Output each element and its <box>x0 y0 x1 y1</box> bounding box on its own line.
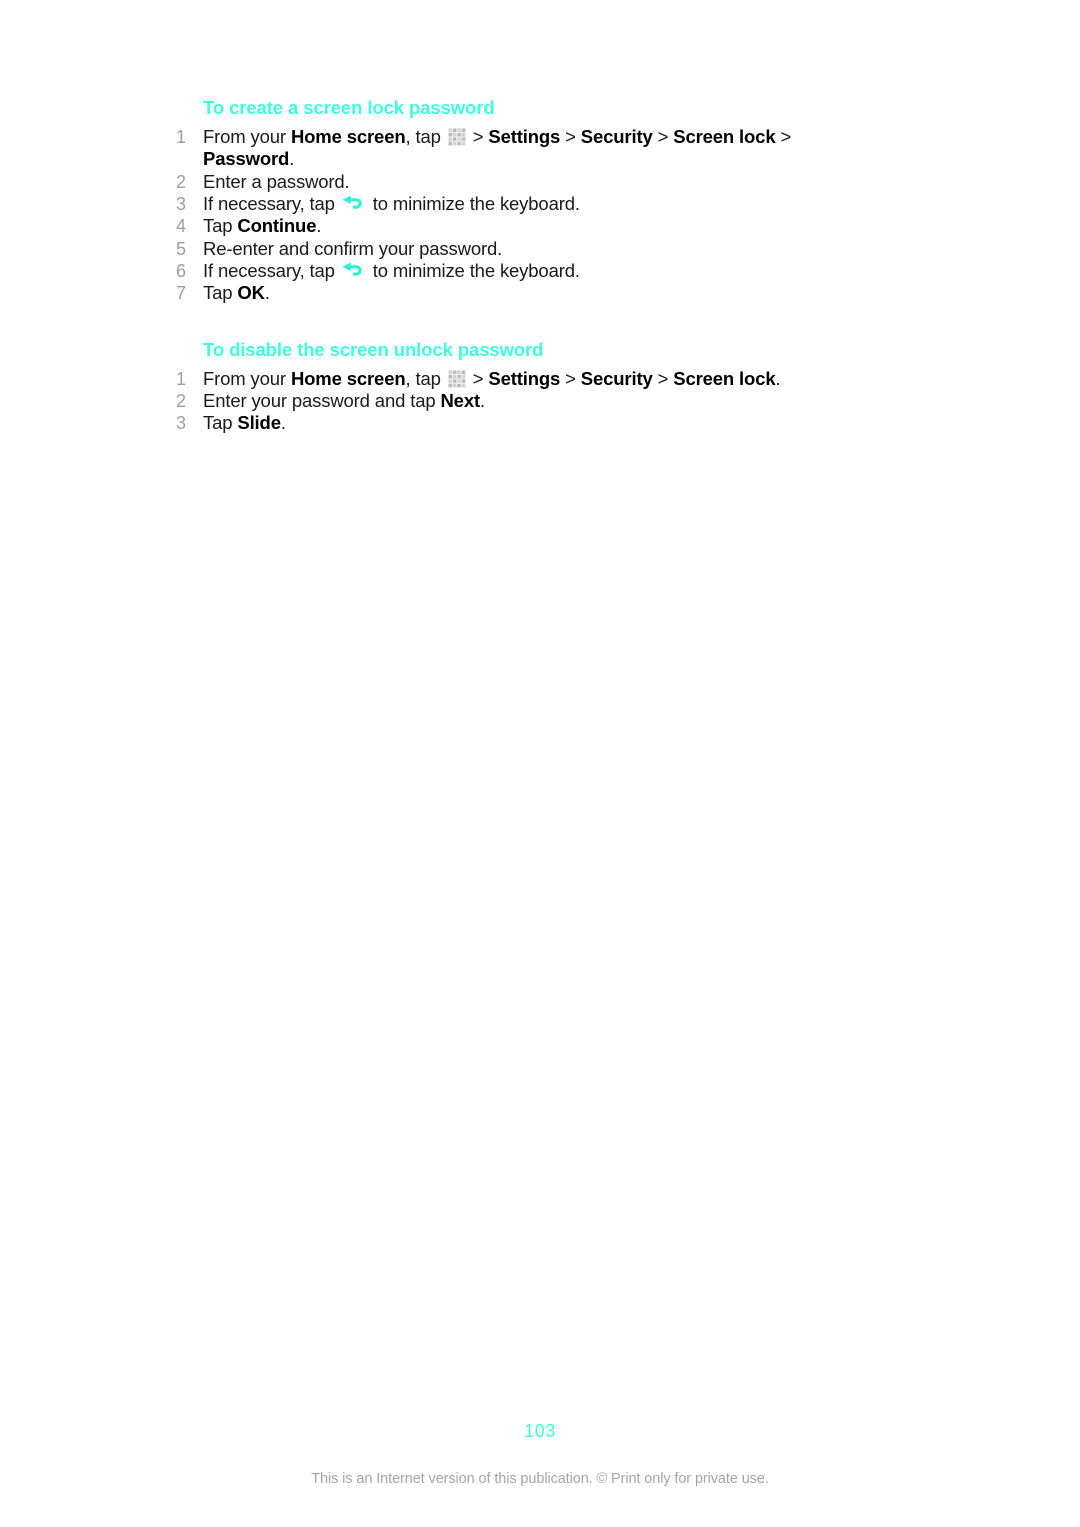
step-number: 2 <box>176 171 186 192</box>
step-text-run: Enter a password. <box>203 170 350 192</box>
step-text-run: > <box>652 367 674 389</box>
ui-term: OK <box>237 282 265 304</box>
ui-term: Slide <box>237 412 281 434</box>
step-item: 2 Enter your password and tap Next. <box>176 390 876 412</box>
step-text-run: , tap <box>405 367 446 389</box>
section-heading: To create a screen lock password <box>203 97 495 118</box>
step-text: Re-enter and confirm your password. <box>203 238 502 259</box>
step-text-run: If necessary, tap <box>203 259 340 281</box>
step-text-run: From your <box>203 367 291 389</box>
app-grid-icon <box>447 369 466 388</box>
ui-term: Screen lock <box>673 367 776 389</box>
step-item: 1 From your Home screen, tap > Settings >… <box>176 368 876 390</box>
step-text: If necessary, tap to minimize the keyboa… <box>203 193 580 214</box>
step-text: Tap OK. <box>203 282 270 303</box>
step-text-run: > <box>560 367 581 389</box>
ui-term: Settings <box>488 126 561 148</box>
step-number: 3 <box>176 413 186 434</box>
page-content: To create a screen lock password 1 From yo… <box>176 96 876 435</box>
ui-term: Security <box>580 367 653 389</box>
step-text-run: > <box>775 126 792 148</box>
step-number: 1 <box>176 127 186 148</box>
step-item: 4 Tap Continue. <box>176 215 876 237</box>
step-text: Enter a password. <box>203 171 350 192</box>
step-text-run: If necessary, tap <box>203 193 340 215</box>
step-text: If necessary, tap to minimize the keyboa… <box>203 260 580 281</box>
step-text-run: From your <box>203 126 291 148</box>
step-text-run: , tap <box>405 126 446 148</box>
page-number: 103 <box>524 1421 556 1441</box>
step-text-run: . <box>289 148 295 170</box>
step-text-run: to minimize the keyboard. <box>367 193 580 215</box>
step-text-run: . <box>280 412 286 434</box>
step-item: 6 If necessary, tap to minimize the keybo… <box>176 260 876 282</box>
step-number: 2 <box>176 390 186 411</box>
document-page: To create a screen lock password 1 From yo… <box>0 0 1080 1527</box>
ui-term: Home screen <box>290 367 406 389</box>
step-text-run: . <box>479 389 485 411</box>
step-number: 5 <box>176 238 186 259</box>
step-text: Tap Slide. <box>203 412 286 433</box>
ui-term: Next <box>440 389 480 411</box>
back-arrow-icon <box>341 262 365 281</box>
ui-term: Password <box>203 148 290 170</box>
ui-term: Screen lock <box>673 126 776 148</box>
app-grid-icon <box>447 128 466 147</box>
step-text-run: > <box>560 126 581 148</box>
step-number: 7 <box>176 283 186 304</box>
step-item: 3 Tap Slide. <box>176 412 876 434</box>
step-text-run: . <box>775 367 781 389</box>
step-text: Tap Continue. <box>203 215 321 236</box>
step-text-run: Tap <box>203 412 238 434</box>
step-text-run: > <box>467 367 489 389</box>
step-number: 3 <box>176 194 186 215</box>
step-text-run: Tap <box>203 215 238 237</box>
ui-term: Settings <box>488 367 561 389</box>
step-text-run: > <box>467 126 489 148</box>
step-item: 1 From your Home screen, tap > Settings >… <box>176 126 876 171</box>
steps-list: 1 From your Home screen, tap > Settings >… <box>176 126 876 304</box>
step-text-run: Tap <box>203 282 238 304</box>
step-item: 5 Re-enter and confirm your password. <box>176 238 876 260</box>
ui-term: Continue <box>237 215 317 237</box>
step-item: 3 If necessary, tap to minimize the keybo… <box>176 193 876 215</box>
footer-copyright-note: This is an Internet version of this publ… <box>311 1471 769 1487</box>
step-item: 7 Tap OK. <box>176 282 876 304</box>
section-heading: To disable the screen unlock password <box>203 338 544 360</box>
back-arrow-icon <box>341 195 365 214</box>
step-text-run: > <box>652 126 674 148</box>
step-number: 1 <box>176 368 186 389</box>
step-text-run: Enter your password and tap <box>203 389 441 411</box>
step-text: From your Home screen, tap > Settings > … <box>203 126 791 169</box>
step-text-run: . <box>316 215 322 237</box>
step-text-run: . <box>264 282 270 304</box>
instruction-section: To create a screen lock password 1 From yo… <box>176 96 876 305</box>
instruction-section: To disable the screen unlock password 1 Fr… <box>176 338 876 435</box>
ui-term: Security <box>580 126 653 148</box>
step-number: 4 <box>176 216 186 237</box>
step-text: From your Home screen, tap > Settings > … <box>203 367 781 389</box>
step-number: 6 <box>176 260 186 281</box>
ui-term: Home screen <box>290 126 406 148</box>
step-text: Enter your password and tap Next. <box>203 390 485 411</box>
steps-list: 1 From your Home screen, tap > Settings >… <box>176 368 876 435</box>
step-text-run: Re-enter and confirm your password. <box>203 237 503 259</box>
step-text-run: to minimize the keyboard. <box>367 259 580 281</box>
step-item: 2 Enter a password. <box>176 171 876 193</box>
